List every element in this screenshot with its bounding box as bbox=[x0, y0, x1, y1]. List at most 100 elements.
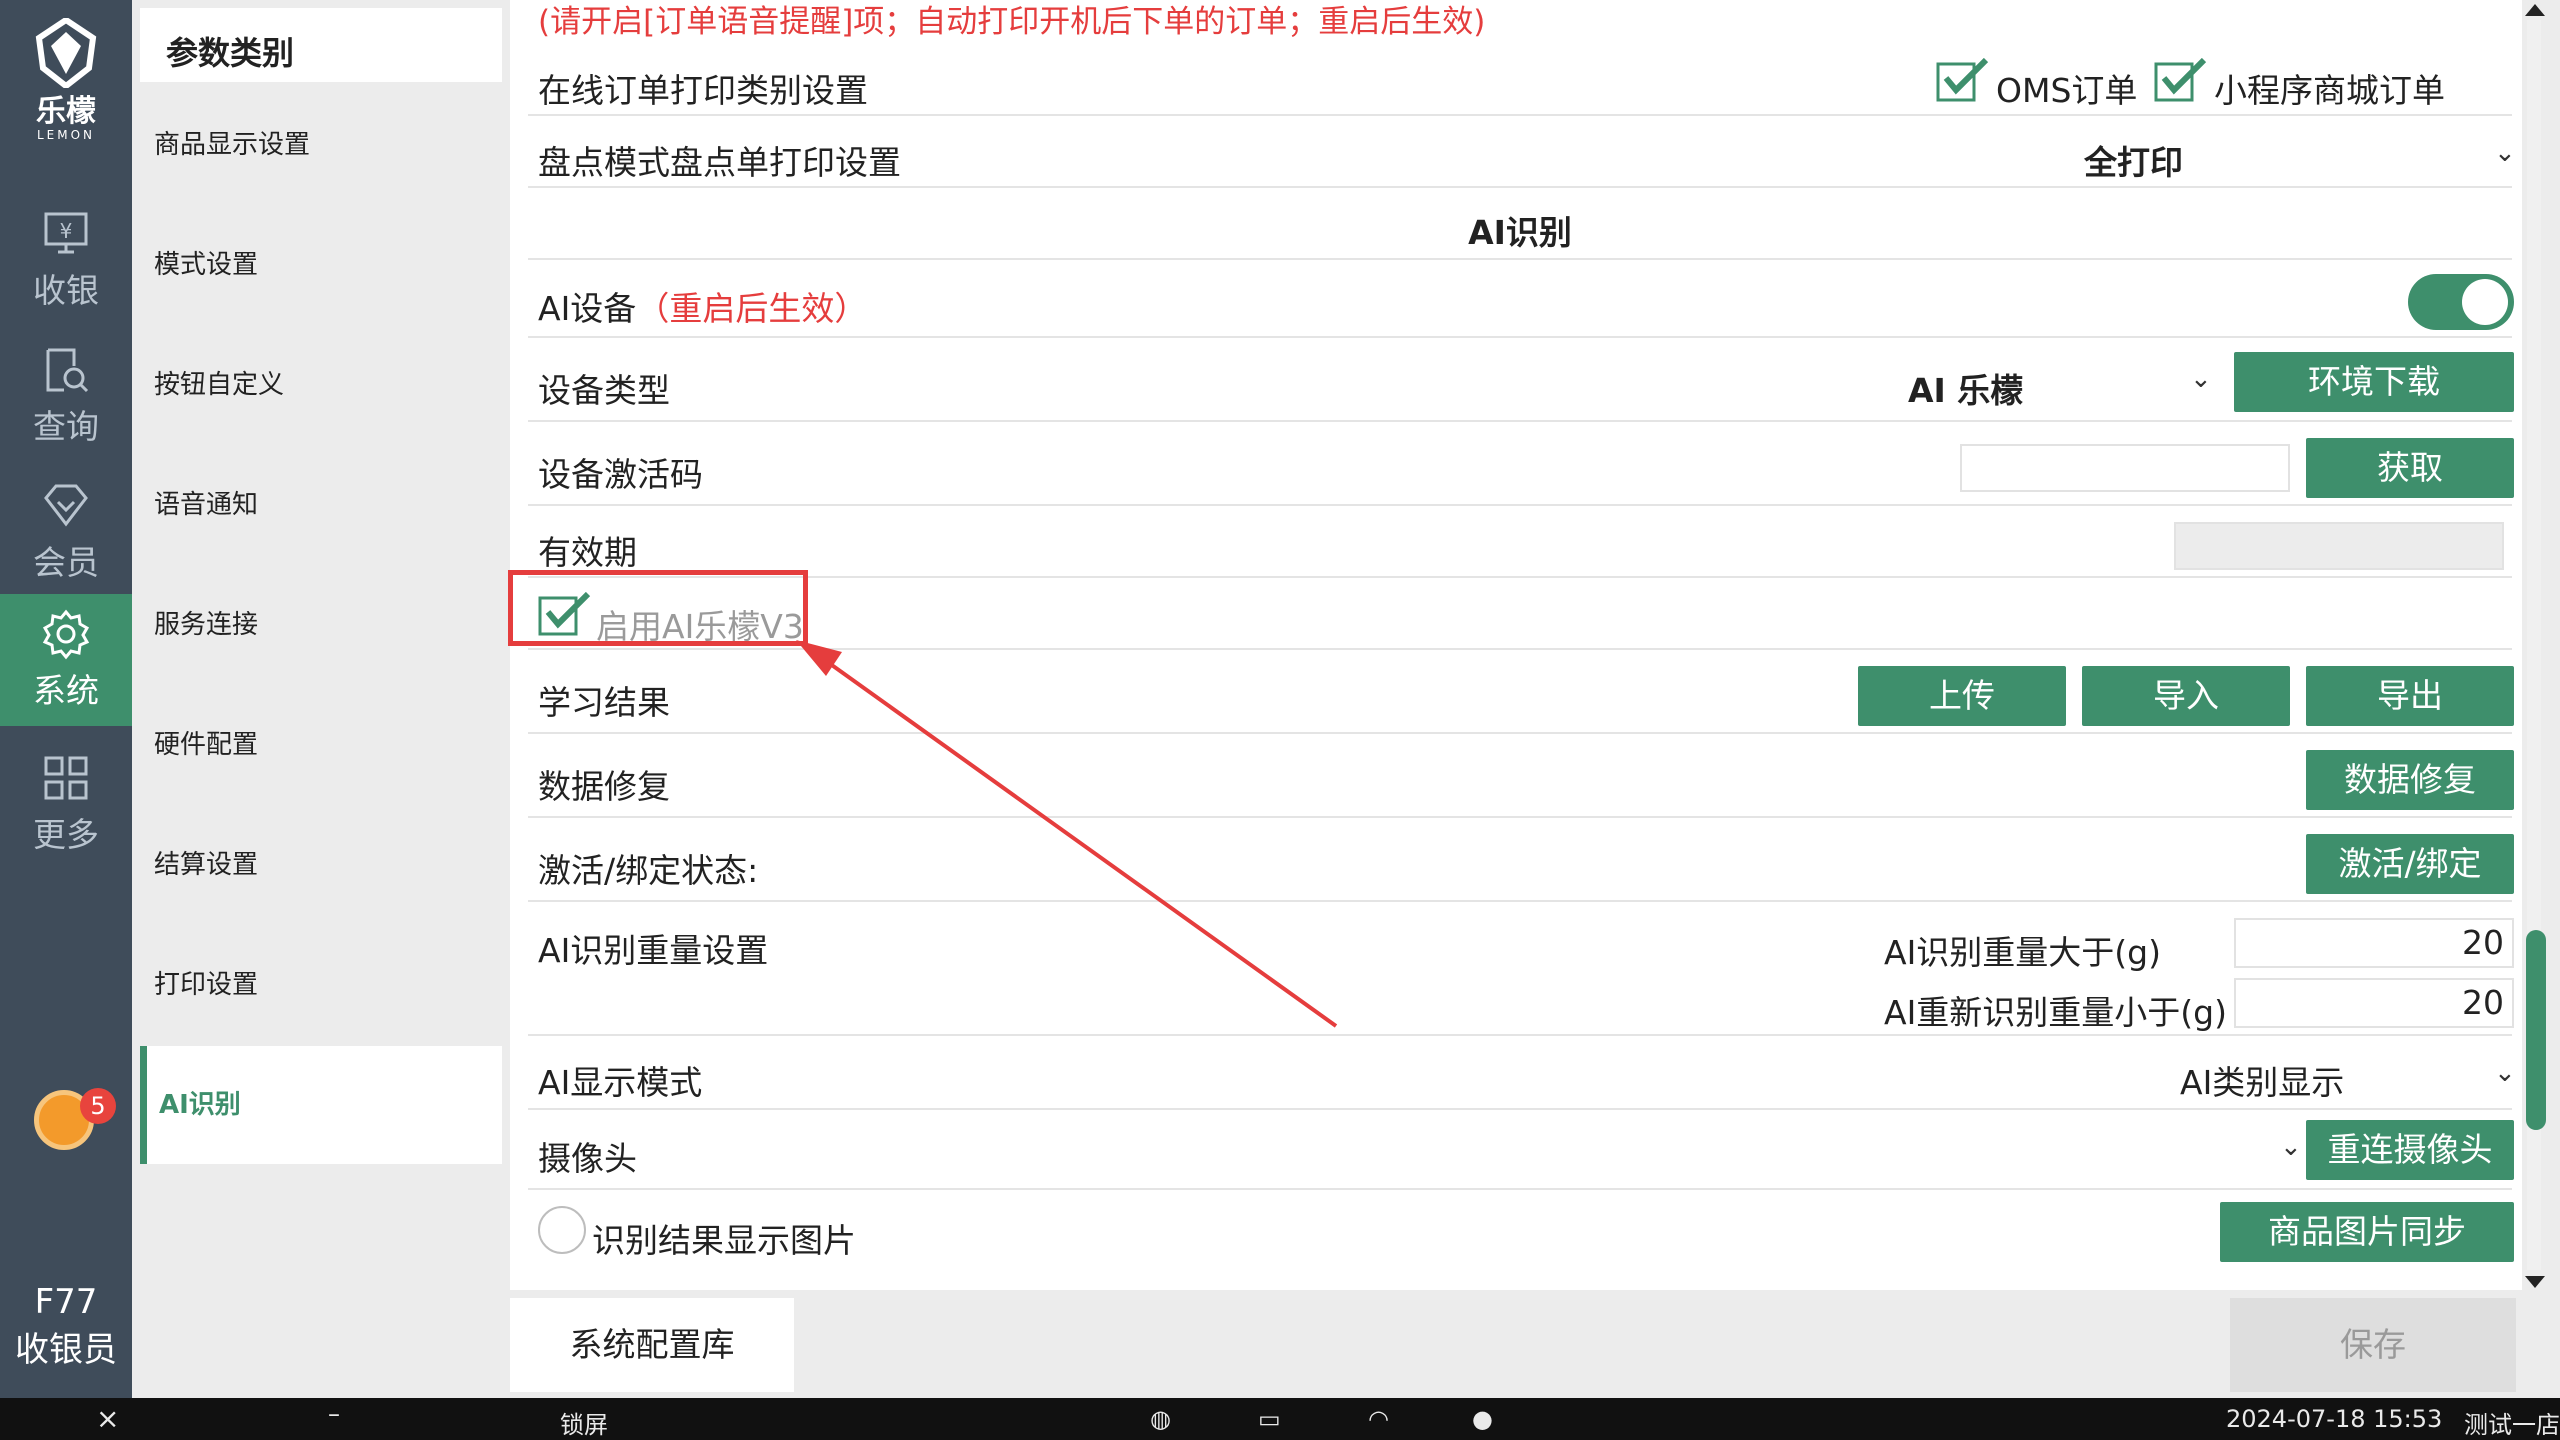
device-type-row: 设备类型 AI 乐檬 ⌄ 环境下载 bbox=[528, 338, 2514, 422]
rail-item-label: 更多 bbox=[33, 815, 99, 854]
toggle-knob bbox=[2462, 279, 2508, 325]
category-list: 参数类别 商品显示设置 模式设置 按钮自定义 语音通知 服务连接 硬件配置 结算… bbox=[132, 0, 510, 1398]
chevron-down-icon[interactable]: ⌄ bbox=[2280, 1132, 2302, 1162]
scroll-up-icon[interactable] bbox=[2522, 0, 2548, 20]
weight-settings-row: AI识别重量设置 AI识别重量大于(g) 20 AI重新识别重量小于(g) 20 bbox=[528, 902, 2514, 1036]
activation-code-input[interactable] bbox=[1960, 444, 2290, 492]
get-code-button[interactable]: 获取 bbox=[2306, 438, 2514, 498]
chevron-down-icon[interactable]: ⌄ bbox=[2190, 364, 2212, 394]
ai-device-toggle[interactable] bbox=[2408, 274, 2514, 330]
activation-code-row: 设备激活码 获取 bbox=[528, 422, 2514, 506]
ai-device-label: AI设备（重启后生效） bbox=[538, 289, 868, 328]
weight-settings-label: AI识别重量设置 bbox=[538, 931, 769, 970]
globe-icon: ◍ bbox=[1150, 1405, 1171, 1433]
chevron-down-icon[interactable]: ⌄ bbox=[2494, 1058, 2516, 1088]
weight-lt-label: AI重新识别重量小于(g) bbox=[1884, 993, 2228, 1032]
rail-item-query[interactable]: 查询 bbox=[0, 330, 132, 462]
user-role: 收银员 bbox=[15, 1330, 117, 1370]
taskbar: × – 锁屏 ◍ ▭ ◠ ● 2024-07-18 15:53 测试一店 bbox=[0, 1398, 2560, 1440]
show-image-row: 识别结果显示图片 商品图片同步 bbox=[528, 1190, 2514, 1276]
activate-status-row: 激活/绑定状态: 激活/绑定 bbox=[528, 818, 2514, 902]
logo-name: 乐檬 bbox=[36, 94, 96, 129]
weight-lt-input[interactable]: 20 bbox=[2234, 978, 2514, 1028]
sync-product-images-button[interactable]: 商品图片同步 bbox=[2220, 1202, 2514, 1262]
data-repair-label: 数据修复 bbox=[538, 767, 670, 806]
upload-button[interactable]: 上传 bbox=[1858, 666, 2066, 726]
oms-label: OMS订单 bbox=[1996, 71, 2138, 110]
app-logo: 乐檬 LEMON bbox=[0, 18, 132, 142]
display-mode-label: AI显示模式 bbox=[538, 1063, 703, 1102]
category-item[interactable]: 服务连接 bbox=[140, 566, 502, 684]
activate-bind-button[interactable]: 激活/绑定 bbox=[2306, 834, 2514, 894]
nav-rail: 乐檬 LEMON ¥ 收银 查询 会员 系统 更多 5 F77 收银员 bbox=[0, 0, 132, 1398]
show-image-radio[interactable] bbox=[538, 1206, 586, 1254]
wifi-icon: ◠ bbox=[1368, 1405, 1389, 1433]
env-download-button[interactable]: 环境下载 bbox=[2234, 352, 2514, 412]
data-repair-button[interactable]: 数据修复 bbox=[2306, 750, 2514, 810]
ai-section-header: AI识别 bbox=[528, 188, 2512, 260]
close-icon[interactable]: × bbox=[96, 1402, 119, 1435]
inventory-print-label: 盘点模式盘点单打印设置 bbox=[538, 143, 901, 182]
validity-label: 有效期 bbox=[538, 533, 637, 572]
validity-row: 有效期 bbox=[528, 506, 2512, 578]
user-id: F77 bbox=[34, 1282, 98, 1322]
category-item[interactable]: 商品显示设置 bbox=[140, 86, 502, 204]
category-item[interactable]: 模式设置 bbox=[140, 206, 502, 324]
rail-item-label: 查询 bbox=[33, 407, 99, 446]
enable-v3-row: 启用AI乐檬V3 bbox=[528, 578, 2512, 650]
export-button[interactable]: 导出 bbox=[2306, 666, 2514, 726]
camera-row: 摄像头 ⌄ 重连摄像头 bbox=[528, 1110, 2514, 1190]
display-mode-value[interactable]: AI类别显示 bbox=[2180, 1056, 2344, 1104]
online-print-label: 在线订单打印类别设置 bbox=[538, 71, 868, 110]
dot-icon: ● bbox=[1472, 1405, 1493, 1433]
minimize-icon[interactable]: – bbox=[328, 1400, 340, 1428]
validity-input bbox=[2174, 522, 2504, 570]
chevron-down-icon[interactable]: ⌄ bbox=[2494, 138, 2516, 168]
top-note-row: (请开启[订单语音提醒]项；自动打印开机后下单的订单；重启后生效) bbox=[528, 0, 2512, 44]
activation-code-label: 设备激活码 bbox=[538, 455, 703, 494]
data-repair-row: 数据修复 数据修复 bbox=[528, 734, 2514, 818]
reconnect-camera-button[interactable]: 重连摄像头 bbox=[2306, 1120, 2514, 1180]
category-header: 参数类别 bbox=[140, 8, 502, 82]
category-item[interactable]: 按钮自定义 bbox=[140, 326, 502, 444]
show-image-label: 识别结果显示图片 bbox=[592, 1221, 856, 1260]
rail-item-cashier[interactable]: ¥ 收银 bbox=[0, 194, 132, 326]
gear-icon bbox=[42, 609, 90, 660]
svg-text:¥: ¥ bbox=[60, 219, 73, 243]
rail-item-more[interactable]: 更多 bbox=[0, 738, 132, 870]
category-item-active[interactable]: AI识别 bbox=[140, 1046, 502, 1164]
lock-screen-button[interactable]: 锁屏 bbox=[560, 1405, 608, 1440]
inventory-print-row[interactable]: 盘点模式盘点单打印设置 全打印 ⌄ bbox=[528, 116, 2516, 188]
online-print-row: 在线订单打印类别设置 OMS订单 小程序商城订单 bbox=[528, 44, 2512, 116]
ai-device-note: （重启后生效） bbox=[636, 289, 868, 328]
display-mode-row[interactable]: AI显示模式 AI类别显示 ⌄ bbox=[528, 1036, 2516, 1110]
save-button[interactable]: 保存 bbox=[2230, 1298, 2516, 1392]
weight-gt-label: AI识别重量大于(g) bbox=[1884, 933, 2162, 972]
store-name: 测试一店 bbox=[2464, 1411, 2560, 1439]
device-type-value[interactable]: AI 乐檬 bbox=[1908, 364, 2023, 412]
device-type-label: 设备类型 bbox=[538, 371, 670, 410]
annotation-highlight-box bbox=[508, 570, 808, 646]
category-item[interactable]: 硬件配置 bbox=[140, 686, 502, 804]
mini-program-checkbox[interactable] bbox=[2154, 58, 2208, 102]
weight-gt-input[interactable]: 20 bbox=[2234, 918, 2514, 968]
system-config-button[interactable]: 系统配置库 bbox=[510, 1298, 794, 1392]
scrollbar-thumb[interactable] bbox=[2526, 930, 2546, 1130]
taskbar-datetime: 2024-07-18 15:53 bbox=[2226, 1405, 2443, 1433]
category-item[interactable]: 结算设置 bbox=[140, 806, 502, 924]
category-item[interactable]: 语音通知 bbox=[140, 446, 502, 564]
rail-item-label: 会员 bbox=[33, 543, 99, 582]
mini-program-label: 小程序商城订单 bbox=[2214, 71, 2445, 110]
rail-item-label: 收银 bbox=[33, 271, 99, 310]
section-title: AI识别 bbox=[1468, 213, 1572, 252]
logo-subtitle: LEMON bbox=[36, 128, 96, 142]
inventory-print-value[interactable]: 全打印 bbox=[2084, 136, 2183, 184]
import-button[interactable]: 导入 bbox=[2082, 666, 2290, 726]
activate-status-label: 激活/绑定状态: bbox=[538, 851, 759, 890]
learn-result-label: 学习结果 bbox=[538, 683, 670, 722]
rail-item-system[interactable]: 系统 bbox=[0, 594, 132, 726]
category-item[interactable]: 打印设置 bbox=[140, 926, 502, 1044]
oms-checkbox[interactable] bbox=[1936, 58, 1990, 102]
scroll-down-icon[interactable] bbox=[2522, 1272, 2548, 1292]
rail-item-member[interactable]: 会员 bbox=[0, 466, 132, 598]
